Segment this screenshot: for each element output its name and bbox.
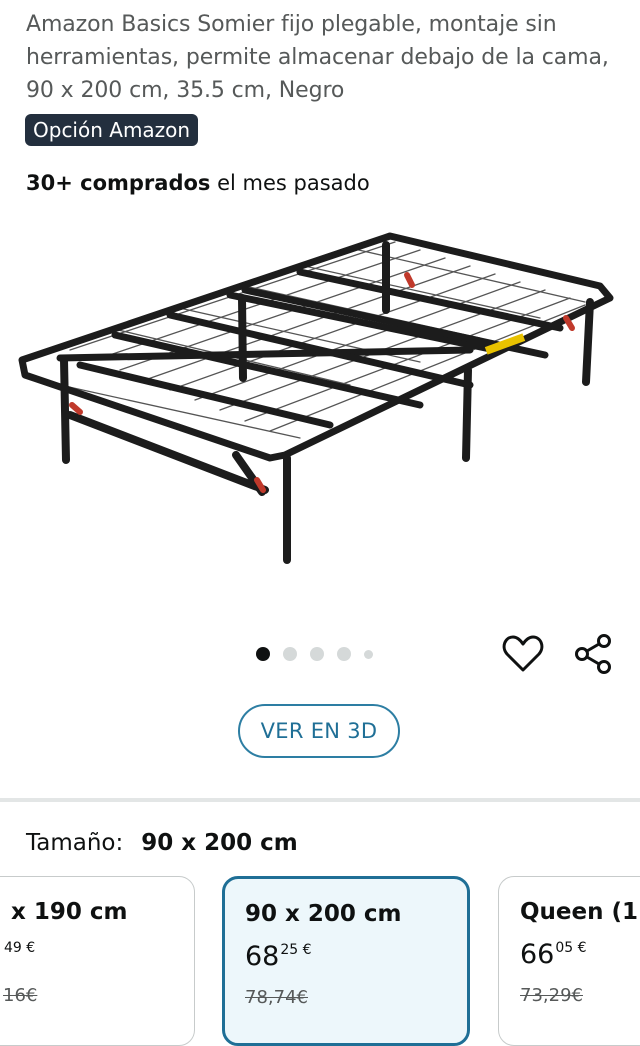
price-fraction: 05 € [555,940,587,956]
size-option-card[interactable]: x 190 cm 49 € 16€ [0,876,195,1046]
size-option-price: 6605 € [520,939,587,970]
gallery-pagination[interactable] [256,646,373,662]
size-label-text: Tamaño: [26,830,124,856]
size-option-price: 6825 € [245,941,312,972]
gallery-dot-3[interactable] [310,647,324,661]
product-title: Amazon Basics Somier fijo plegable, mont… [26,12,609,103]
size-option-old-price: 16€ [3,985,38,1006]
price-fraction: 49 € [4,940,36,956]
size-selected-value: 90 x 200 cm [141,830,298,856]
size-option-old-price: 78,74€ [245,987,308,1008]
size-option-price: 49 € [3,939,35,970]
gallery-dot-1[interactable] [256,647,270,661]
bought-count-suffix: el mes pasado [210,171,370,195]
price-fraction: 25 € [280,942,312,958]
gallery-dot-5[interactable] [364,649,373,659]
bought-count-value: 30+ comprados [26,171,211,195]
bought-count: 30+ comprados el mes pasado [26,168,370,198]
amazon-choice-badge: Opción Amazon [25,114,199,146]
size-option-name: x 190 cm [11,899,128,925]
size-selector-label: Tamaño: 90 x 200 cm [26,826,298,860]
size-option-card-selected[interactable]: 90 x 200 cm 6825 € 78,74€ [222,876,470,1046]
size-option-old-price: 73,29€ [520,985,583,1006]
share-icon[interactable] [572,632,616,676]
section-divider [0,798,640,802]
size-option-name: 90 x 200 cm [245,901,402,927]
bed-frame-image [18,232,614,564]
gallery-dot-2[interactable] [283,647,297,661]
price-whole: 66 [520,939,555,970]
gallery-dot-4[interactable] [337,647,351,661]
product-image[interactable] [0,210,640,620]
view-3d-button[interactable]: VER EN 3D [238,704,400,758]
size-option-name: Queen (1 [520,899,639,925]
price-whole: 68 [245,941,280,972]
heart-icon[interactable] [502,634,544,674]
size-option-card[interactable]: Queen (1 6605 € 73,29€ [498,876,640,1046]
